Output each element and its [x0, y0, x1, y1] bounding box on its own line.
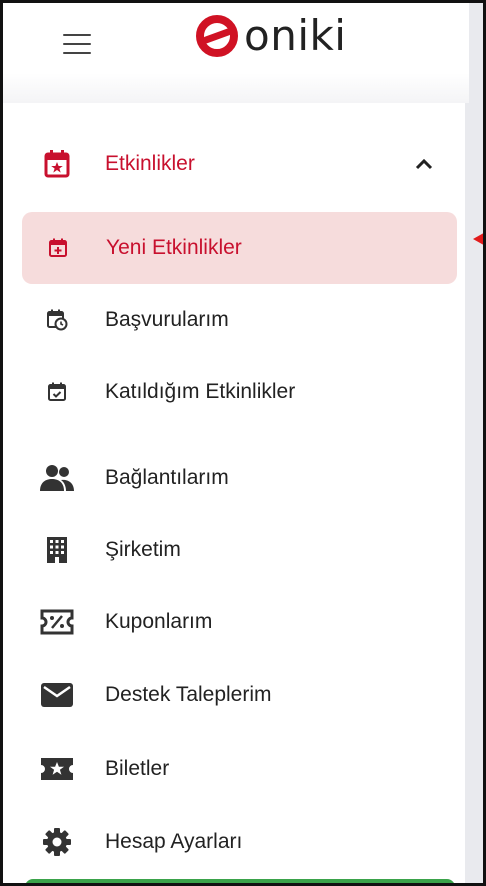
sidebar-item-label: Destek Taleplerim — [105, 683, 272, 706]
calendar-check-icon — [39, 374, 75, 410]
sidebar-item-yeni-etkinlikler[interactable]: Yeni Etkinlikler — [22, 212, 457, 284]
sidebar-item-label: Başvurularım — [105, 308, 229, 331]
header-shadow — [3, 73, 469, 103]
brand-logo[interactable]: oniki — [196, 11, 346, 61]
sidebar-item-label: Kuponlarım — [105, 610, 213, 633]
sidebar-item-label: Hesap Ayarları — [105, 830, 243, 853]
envelope-icon — [39, 677, 75, 713]
callout-arrow-icon — [473, 230, 483, 248]
sidebar-item-etkinlikler[interactable]: Etkinlikler — [21, 128, 457, 200]
sidebar-item-basvurularim[interactable]: Başvurularım — [21, 284, 457, 356]
top-header: oniki — [3, 3, 469, 103]
bottom-action-bar[interactable] — [25, 879, 455, 883]
gear-icon — [39, 824, 75, 860]
sidebar-item-hesap-ayarlari[interactable]: Hesap Ayarları — [21, 806, 457, 878]
sidebar-item-biletler[interactable]: Biletler — [21, 733, 457, 805]
hamburger-line-icon — [63, 52, 91, 54]
people-icon — [39, 460, 75, 496]
ticket-star-icon — [39, 751, 75, 787]
calendar-clock-icon — [39, 302, 75, 338]
coupon-icon — [39, 604, 75, 640]
calendar-plus-icon — [40, 230, 76, 266]
sidebar-item-baglantilarim[interactable]: Bağlantılarım — [21, 442, 457, 514]
calendar-star-icon — [39, 146, 75, 182]
sidebar-item-sirketim[interactable]: Şirketim — [21, 514, 457, 586]
hamburger-line-icon — [63, 43, 91, 45]
logo-text: oniki — [244, 11, 347, 60]
sidebar-item-label: Şirketim — [105, 538, 181, 561]
sidebar-item-destek-taleplerim[interactable]: Destek Taleplerim — [21, 659, 457, 731]
sidebar-item-katildigim-etkinlikler[interactable]: Katıldığım Etkinlikler — [21, 356, 457, 428]
chevron-up-icon[interactable] — [413, 153, 435, 175]
scroll-rail[interactable] — [465, 3, 483, 883]
sidebar-item-label: Etkinlikler — [105, 152, 195, 175]
hamburger-line-icon — [63, 34, 91, 36]
sidebar-item-label: Katıldığım Etkinlikler — [105, 380, 296, 403]
sidebar-item-label: Yeni Etkinlikler — [106, 236, 242, 259]
app-frame: oniki Etkinlikler Yeni Etkinlikler Başvu… — [0, 0, 486, 886]
sidebar-item-kuponlarim[interactable]: Kuponlarım — [21, 586, 457, 658]
sidebar-item-label: Bağlantılarım — [105, 466, 229, 489]
building-icon — [39, 532, 75, 568]
sidebar-item-label: Biletler — [105, 757, 170, 780]
hamburger-menu-button[interactable] — [63, 34, 91, 54]
oniki-logo-icon — [196, 15, 238, 57]
